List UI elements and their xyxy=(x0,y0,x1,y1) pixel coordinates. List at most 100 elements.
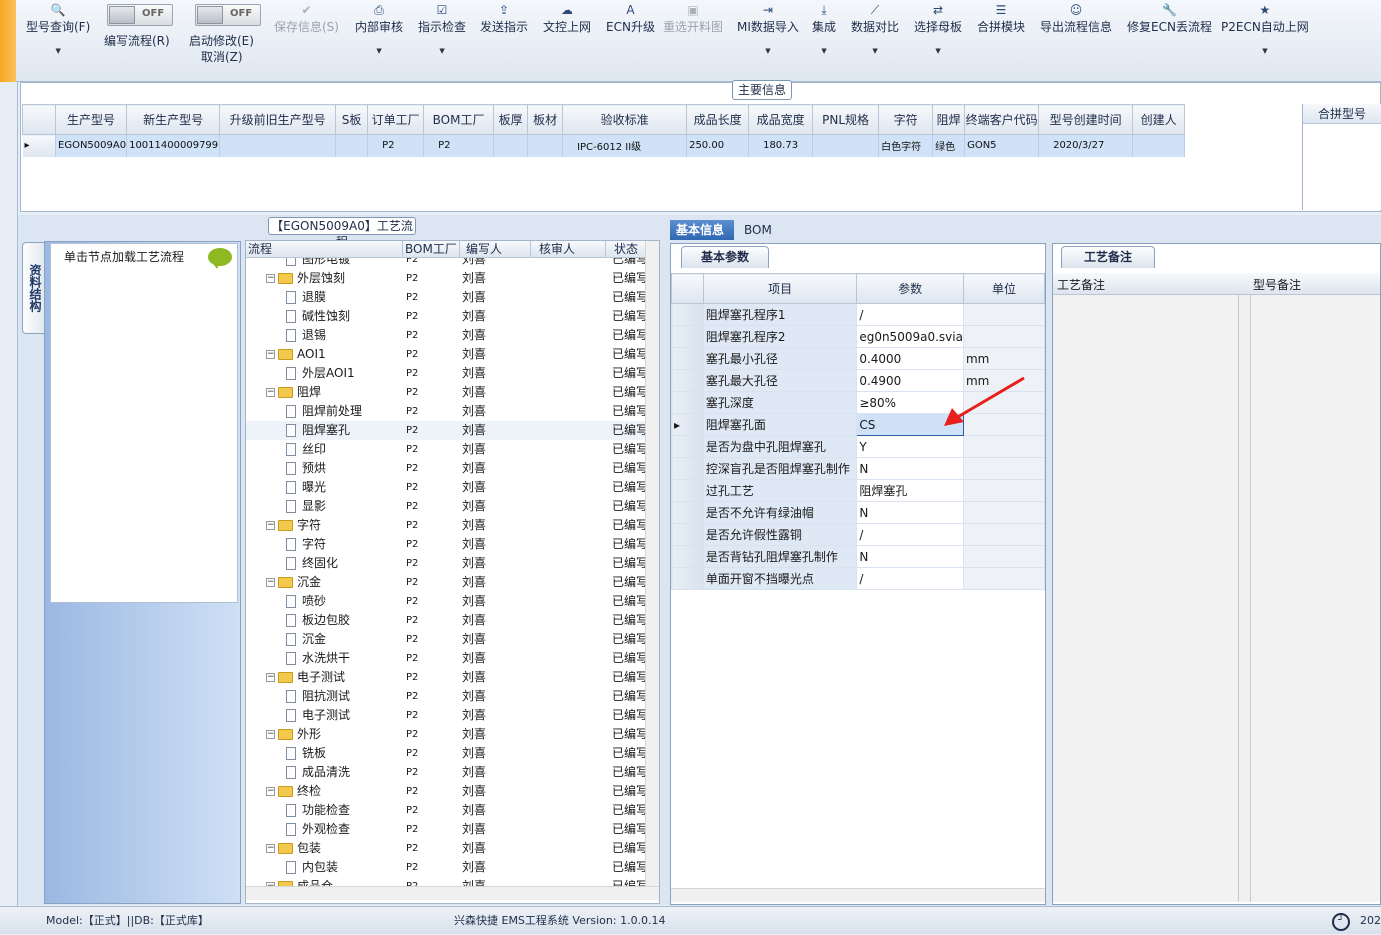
collapse-icon[interactable]: − xyxy=(266,388,275,397)
select-mother-button[interactable]: ⇄ 选择母板 ▼ xyxy=(914,2,962,55)
process-notes-column[interactable]: 工艺备注 xyxy=(1057,276,1105,293)
column-header[interactable]: 生产型号 xyxy=(54,104,128,135)
tree-node[interactable]: 碱性蚀刻 xyxy=(286,307,350,326)
column-header[interactable]: 核审人 xyxy=(531,241,606,258)
table-cell[interactable]: 250.00 xyxy=(686,134,750,157)
table-cell[interactable]: IPC-6012 II级 xyxy=(562,134,688,157)
tree-node[interactable]: − 电子测试 xyxy=(266,668,345,687)
start-modify-toggle[interactable]: OFF xyxy=(195,4,261,26)
table-cell[interactable] xyxy=(335,134,369,157)
tree-node[interactable]: 预烘 xyxy=(286,459,326,478)
tab-data-structure[interactable]: 资料结构 xyxy=(22,242,46,334)
tree-node[interactable]: 沉金 xyxy=(286,630,326,649)
column-header[interactable]: 验收标准 xyxy=(562,104,688,135)
send-instruction-button[interactable]: ⇪ 发送指示 xyxy=(480,2,528,35)
tree-row[interactable]: − 字符 P2 刘喜 已编写 xyxy=(246,516,646,535)
collapse-icon[interactable]: − xyxy=(266,730,275,739)
tree-row[interactable]: − 终检 P2 刘喜 已编写 xyxy=(246,782,646,801)
tab-bom[interactable]: BOM xyxy=(738,220,778,240)
tab-process-notes[interactable]: 工艺备注 xyxy=(1061,246,1155,268)
tree-node[interactable]: 图形电镀 xyxy=(286,258,350,269)
row-header[interactable] xyxy=(671,347,704,370)
table-cell[interactable] xyxy=(527,134,564,157)
table-cell[interactable]: 白色字符 xyxy=(878,134,934,157)
row-header[interactable] xyxy=(671,567,704,590)
merge-module-button[interactable]: ☰ 合拼模块 xyxy=(977,2,1025,35)
tree-row[interactable]: 内包装 P2 刘喜 已编写 xyxy=(246,858,646,877)
params-row[interactable]: 是否允许假性露铜 / xyxy=(671,523,1046,546)
column-header[interactable]: 创建人 xyxy=(1132,104,1186,135)
collapse-icon[interactable]: − xyxy=(266,350,275,359)
row-header[interactable] xyxy=(671,303,704,326)
tree-row[interactable]: 外层AOI1 P2 刘喜 已编写 xyxy=(246,364,646,383)
column-header[interactable]: 阻焊 xyxy=(932,104,966,135)
tree-node[interactable]: 终固化 xyxy=(286,554,338,573)
merge-model-header[interactable]: 合拼型号 xyxy=(1303,104,1381,124)
params-row[interactable]: 塞孔最小孔径 0.4000 mm xyxy=(671,347,1046,370)
tree-row[interactable]: − 包装 P2 刘喜 已编写 xyxy=(246,839,646,858)
tree-node[interactable]: 显影 xyxy=(286,497,326,516)
collapse-icon[interactable]: − xyxy=(266,787,275,796)
column-header[interactable]: 成品长度 xyxy=(686,104,750,135)
table-cell[interactable] xyxy=(812,134,880,157)
process-horizontal-scrollbar[interactable] xyxy=(246,886,659,900)
row-select-corner[interactable] xyxy=(671,273,704,304)
row-header[interactable] xyxy=(671,435,704,458)
tree-row[interactable]: 显影 P2 刘喜 已编写 xyxy=(246,497,646,516)
tree-node[interactable]: 板边包胶 xyxy=(286,611,350,630)
param-value[interactable]: eg0n5009a0.svia xyxy=(856,325,964,348)
tree-row[interactable]: 外观检查 P2 刘喜 已编写 xyxy=(246,820,646,839)
tree-row[interactable]: 电子测试 P2 刘喜 已编写 xyxy=(246,706,646,725)
tree-row[interactable]: − 沉金 P2 刘喜 已编写 xyxy=(246,573,646,592)
table-cell[interactable] xyxy=(1132,134,1186,157)
column-header[interactable]: 型号创建时间 xyxy=(1038,104,1134,135)
column-header[interactable]: 编写人 xyxy=(460,241,531,258)
collapse-icon[interactable]: − xyxy=(266,673,275,682)
params-row[interactable]: 过孔工艺 阻焊塞孔 xyxy=(671,479,1046,502)
tree-node[interactable]: 水洗烘干 xyxy=(286,649,350,668)
tree-row[interactable]: 终固化 P2 刘喜 已编写 xyxy=(246,554,646,573)
table-cell[interactable]: 绿色 xyxy=(932,134,966,157)
tree-row[interactable]: −成品仓 P2 刘喜 已编写 xyxy=(246,877,646,886)
tab-basic-info[interactable]: 基本信息 xyxy=(670,220,734,240)
table-cell[interactable] xyxy=(493,134,529,157)
tree-row[interactable]: 喷砂 P2 刘喜 已编写 xyxy=(246,592,646,611)
table-cell[interactable]: 2020/3/27 xyxy=(1038,134,1134,157)
row-indicator-icon[interactable]: ▸ xyxy=(671,413,704,436)
model-query-button[interactable]: 🔍 型号查询(F) ▼ xyxy=(26,2,90,55)
params-row[interactable]: 阻焊塞孔程序1/ xyxy=(671,303,1046,326)
instruction-check-button[interactable]: ☑ 指示检查 ▼ xyxy=(418,2,466,55)
tree-node[interactable]: 阻抗测试 xyxy=(286,687,350,706)
param-value[interactable]: N xyxy=(856,545,964,568)
column-header[interactable]: 板材 xyxy=(527,104,564,135)
tree-node[interactable]: −成品仓 xyxy=(266,877,333,886)
tree-row[interactable]: 功能检查 P2 刘喜 已编写 xyxy=(246,801,646,820)
tree-row[interactable]: 铣板 P2 刘喜 已编写 xyxy=(246,744,646,763)
column-header[interactable]: 状态 xyxy=(606,241,646,258)
model-notes-textarea[interactable] xyxy=(1251,295,1380,902)
table-cell[interactable]: 10011400009799 xyxy=(126,134,221,157)
tree-row[interactable]: 板边包胶 P2 刘喜 已编写 xyxy=(246,611,646,630)
tree-node[interactable]: 喷砂 xyxy=(286,592,326,611)
collapse-icon[interactable]: − xyxy=(266,844,275,853)
tree-node[interactable]: 退锡 xyxy=(286,326,326,345)
collapse-icon[interactable]: − xyxy=(266,521,275,530)
process-notes-textarea[interactable] xyxy=(1053,295,1239,902)
param-value[interactable]: / xyxy=(856,567,964,590)
column-header[interactable]: 板厚 xyxy=(493,104,529,135)
param-value[interactable]: / xyxy=(856,523,964,546)
column-header[interactable]: 字符 xyxy=(878,104,934,135)
internal-review-button[interactable]: ⎙ 内部审核 ▼ xyxy=(355,2,403,55)
export-flow-button[interactable]: ☺ 导出流程信息 xyxy=(1040,2,1112,35)
tree-node[interactable]: 丝印 xyxy=(286,440,326,459)
tree-row[interactable]: 曝光 P2 刘喜 已编写 xyxy=(246,478,646,497)
p2ecn-auto-button[interactable]: ★ P2ECN自动上网 ▼ xyxy=(1221,2,1309,55)
row-header[interactable] xyxy=(671,391,704,414)
ecn-upgrade-button[interactable]: A ECN升级 xyxy=(606,2,655,35)
column-header[interactable]: 单位 xyxy=(962,273,1046,304)
tree-node[interactable]: − 阻焊 xyxy=(266,383,321,402)
tree-node[interactable]: − 外形 xyxy=(266,725,321,744)
column-header[interactable]: 参数 xyxy=(856,273,964,304)
column-header[interactable]: PNL规格 xyxy=(812,104,880,135)
write-flow-toggle[interactable]: OFF xyxy=(107,4,173,26)
